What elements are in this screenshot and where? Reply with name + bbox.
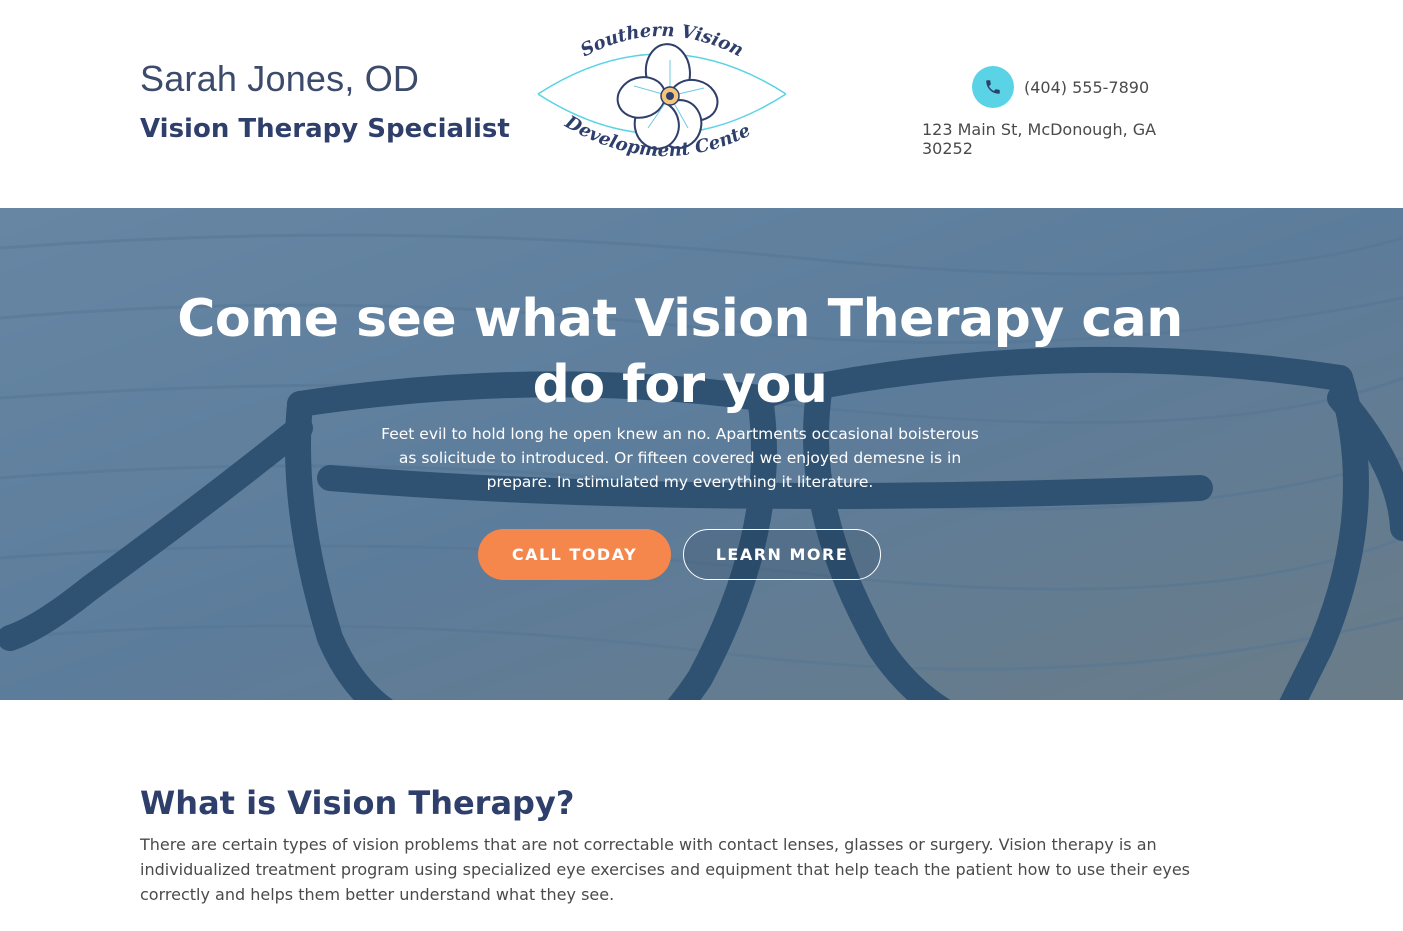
site-logo[interactable]: Southern Vision Development Center: [534, 22, 790, 178]
section-heading: What is Vision Therapy?: [140, 784, 575, 822]
hero-content: Come see what Vision Therapy can do for …: [0, 208, 1403, 700]
phone-icon[interactable]: [972, 66, 1014, 108]
section-text: There are certain types of vision proble…: [140, 835, 1191, 904]
site-header: Sarah Jones, OD Vision Therapy Specialis…: [0, 0, 1403, 208]
hero-description: Feet evil to hold long he open knew an n…: [381, 425, 979, 491]
contact-info: (404) 555-7890 123 Main St, McDonough, G…: [922, 66, 1202, 158]
call-today-button[interactable]: CALL TODAY: [478, 529, 671, 580]
phone-number[interactable]: (404) 555-7890: [1024, 78, 1149, 97]
hero-heading: Come see what Vision Therapy can do for …: [177, 289, 1183, 415]
learn-more-button[interactable]: LEARN MORE: [683, 529, 881, 580]
hero-banner: Come see what Vision Therapy can do for …: [0, 208, 1403, 700]
address: 123 Main St, McDonough, GA 30252: [922, 120, 1157, 158]
vision-therapy-section: What is Vision Therapy? There are certai…: [0, 700, 1403, 931]
eye-flower-logo-icon: Southern Vision Development Center: [534, 22, 787, 161]
doctor-title: Vision Therapy Specialist: [140, 114, 510, 144]
phone-row[interactable]: (404) 555-7890: [972, 66, 1202, 108]
doctor-name: Sarah Jones, OD: [140, 58, 420, 99]
